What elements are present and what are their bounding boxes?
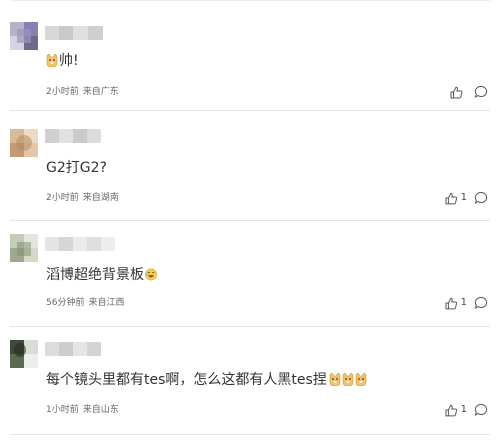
comment-item: G2打G2? 2小时前 来自湖南 1 (0, 110, 500, 221)
doge-emoji (342, 373, 354, 386)
thumbs-up-icon (445, 404, 458, 416)
username-blurred[interactable] (45, 26, 103, 40)
like-count: 1 (460, 297, 467, 308)
like-button[interactable]: 1 (445, 296, 467, 310)
thumbs-up-icon (445, 192, 458, 204)
comment-bubble-icon[interactable] (474, 85, 488, 99)
comment-time: 56分钟前 (46, 298, 85, 308)
like-count: 1 (460, 192, 467, 203)
doge-emoji (329, 373, 341, 386)
like-button[interactable] (450, 85, 472, 99)
comment-item: 帅! 2小时前 来自广东 (0, 0, 500, 111)
comment-time: 1小时前 (46, 405, 79, 415)
username-blurred[interactable] (45, 237, 115, 251)
comment-location: 来自广东 (82, 87, 119, 97)
comment-time: 2小时前 (46, 193, 79, 203)
thumbs-up-icon (445, 297, 458, 309)
comment-meta: 2小时前 来自广东 (46, 86, 119, 98)
comment-text: 滔博超绝背景板 (46, 266, 158, 284)
comment-meta: 2小时前 来自湖南 (46, 192, 119, 204)
comment-text: 每个镜头里都有tes啊，怎么这都有人黑tes捏 (46, 371, 368, 389)
laughing-emoji (145, 268, 157, 281)
doge-emoji (46, 54, 58, 67)
comment-item: 每个镜头里都有tes啊，怎么这都有人黑tes捏 1小时前 来自山东 1 (0, 326, 500, 440)
thumbs-up-icon (450, 86, 463, 98)
username-blurred[interactable] (45, 342, 101, 356)
avatar[interactable] (10, 129, 38, 157)
comment-meta: 1小时前 来自山东 (46, 404, 119, 416)
like-button[interactable]: 1 (445, 403, 467, 417)
comment-text: G2打G2? (46, 160, 107, 176)
avatar[interactable] (10, 22, 38, 50)
avatar[interactable] (10, 234, 38, 262)
avatar[interactable] (10, 340, 38, 368)
comment-bubble-icon[interactable] (474, 191, 488, 205)
username-blurred[interactable] (45, 129, 101, 143)
doge-emoji (355, 373, 367, 386)
comment-text: 帅! (46, 52, 79, 70)
comment-location: 来自江西 (88, 298, 125, 308)
comment-location: 来自湖南 (82, 193, 119, 203)
comment-meta: 56分钟前 来自江西 (46, 297, 124, 309)
comment-bubble-icon[interactable] (474, 403, 488, 417)
divider (10, 434, 490, 435)
comment-item: 滔博超绝背景板 56分钟前 来自江西 1 (0, 220, 500, 327)
comment-bubble-icon[interactable] (474, 296, 488, 310)
comment-location: 来自山东 (82, 405, 119, 415)
like-button[interactable]: 1 (445, 191, 467, 205)
like-count: 1 (460, 404, 467, 415)
comment-time: 2小时前 (46, 87, 79, 97)
